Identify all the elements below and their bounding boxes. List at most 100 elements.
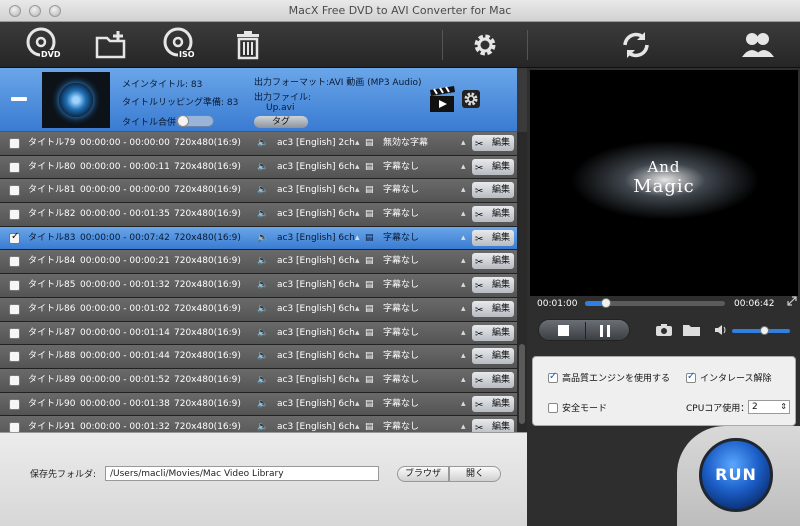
table-row[interactable]: タイトル85 00:00:00 - 00:01:32 720x480(16:9) 🔈 a… xyxy=(0,274,517,312)
row-edit-button[interactable]: ✂ 編集 xyxy=(472,348,514,365)
row-audio-track[interactable]: ac3 [English] 6ch xyxy=(277,298,355,320)
subtitle-stepper-icon[interactable]: ▴▾ xyxy=(461,156,467,194)
row-edit-button[interactable]: ✂ 編集 xyxy=(472,419,514,432)
subtitle-stepper-icon[interactable]: ▴▾ xyxy=(461,250,467,288)
table-row[interactable]: タイトル90 00:00:00 - 00:01:38 720x480(16:9) 🔈 a… xyxy=(0,392,517,431)
destination-folder-input[interactable] xyxy=(105,466,379,481)
row-subtitle[interactable]: 字幕なし xyxy=(383,274,419,296)
output-settings-button[interactable] xyxy=(462,90,480,108)
row-edit-button[interactable]: ✂ 編集 xyxy=(472,395,514,412)
table-row[interactable]: タイトル86 00:00:00 - 00:01:02 720x480(16:9) 🔈 a… xyxy=(0,297,517,336)
row-edit-button[interactable]: ✂ 編集 xyxy=(472,158,514,175)
audio-stepper-icon[interactable]: ▴▾ xyxy=(355,156,361,194)
cpu-core-select[interactable]: 2 xyxy=(748,400,790,414)
audio-stepper-icon[interactable]: ▴▾ xyxy=(355,393,361,431)
subtitle-stepper-icon[interactable]: ▴▾ xyxy=(461,132,467,170)
subtitle-stepper-icon[interactable]: ▴▾ xyxy=(461,274,467,312)
subtitle-stepper-icon[interactable]: ▴▾ xyxy=(461,345,467,383)
pause-button[interactable] xyxy=(595,320,619,342)
volume-knob[interactable] xyxy=(759,326,769,335)
camera-icon[interactable] xyxy=(655,323,673,337)
load-iso-button[interactable]: ISO xyxy=(161,26,199,64)
load-dvd-button[interactable]: DVD xyxy=(24,26,62,64)
row-audio-track[interactable]: ac3 [English] 6ch xyxy=(277,345,355,367)
row-audio-track[interactable]: ac3 [English] 6ch xyxy=(277,156,355,178)
row-checkbox[interactable] xyxy=(9,161,20,173)
row-checkbox[interactable] xyxy=(9,185,20,197)
zoom-window-button[interactable] xyxy=(49,5,61,17)
row-audio-track[interactable]: ac3 [English] 6ch xyxy=(277,227,355,249)
audio-stepper-icon[interactable]: ▴▾ xyxy=(355,250,361,288)
row-edit-button[interactable]: ✂ 編集 xyxy=(472,277,514,294)
row-subtitle[interactable]: 字幕なし xyxy=(383,369,419,391)
row-edit-button[interactable]: ✂ 編集 xyxy=(472,229,514,246)
audio-stepper-icon[interactable]: ▴▾ xyxy=(355,203,361,241)
row-edit-button[interactable]: ✂ 編集 xyxy=(472,324,514,341)
audio-stepper-icon[interactable]: ▴▾ xyxy=(355,298,361,336)
collapse-button[interactable] xyxy=(8,92,30,106)
output-profile-button[interactable] xyxy=(428,84,458,114)
tag-button[interactable]: タグ xyxy=(254,116,308,128)
row-subtitle[interactable]: 字幕なし xyxy=(383,416,419,432)
row-audio-track[interactable]: ac3 [English] 6ch xyxy=(277,416,355,432)
deinterlace-option[interactable]: インタレース解除 xyxy=(686,371,772,384)
row-audio-track[interactable]: ac3 [English] 6ch xyxy=(277,369,355,391)
table-row[interactable]: タイトル80 00:00:00 - 00:00:11 720x480(16:9) 🔈 a… xyxy=(0,155,517,194)
row-audio-track[interactable]: ac3 [English] 6ch xyxy=(277,393,355,415)
table-row[interactable]: タイトル88 00:00:00 - 00:01:44 720x480(16:9) 🔈 a… xyxy=(0,345,517,383)
row-checkbox[interactable] xyxy=(9,398,20,410)
subtitle-stepper-icon[interactable]: ▴▾ xyxy=(461,393,467,431)
browse-button[interactable]: ブラウザ xyxy=(397,466,449,482)
audio-stepper-icon[interactable]: ▴▾ xyxy=(355,132,361,170)
row-checkbox[interactable] xyxy=(9,303,20,315)
row-checkbox[interactable] xyxy=(9,351,20,363)
row-subtitle[interactable]: 字幕なし xyxy=(383,322,419,344)
row-subtitle[interactable]: 字幕なし xyxy=(383,345,419,367)
audio-stepper-icon[interactable]: ▴▾ xyxy=(355,179,361,217)
check-update-button[interactable] xyxy=(617,26,655,64)
minimize-window-button[interactable] xyxy=(29,5,41,17)
table-row[interactable]: タイトル84 00:00:00 - 00:00:21 720x480(16:9) 🔈 a… xyxy=(0,250,517,288)
progress-knob[interactable] xyxy=(600,298,611,308)
subtitle-stepper-icon[interactable]: ▴▾ xyxy=(461,416,467,432)
audio-stepper-icon[interactable]: ▴▾ xyxy=(355,369,361,407)
delete-button[interactable] xyxy=(229,26,267,64)
row-checkbox[interactable] xyxy=(9,256,20,268)
audio-stepper-icon[interactable]: ▴▾ xyxy=(355,345,361,383)
row-edit-button[interactable]: ✂ 編集 xyxy=(472,182,514,199)
audio-stepper-icon[interactable]: ▴▾ xyxy=(355,274,361,312)
row-checkbox[interactable] xyxy=(9,209,20,221)
subtitle-stepper-icon[interactable]: ▴▾ xyxy=(461,227,467,265)
row-audio-track[interactable]: ac3 [English] 6ch xyxy=(277,250,355,272)
hq-engine-option[interactable]: 高品質エンジンを使用する xyxy=(548,371,670,384)
playback-progress-bar[interactable] xyxy=(585,298,725,308)
subtitle-stepper-icon[interactable]: ▴▾ xyxy=(461,369,467,407)
folder-icon[interactable] xyxy=(682,323,702,337)
account-button[interactable] xyxy=(738,26,776,64)
stop-button[interactable] xyxy=(558,325,569,336)
subtitle-stepper-icon[interactable]: ▴▾ xyxy=(461,322,467,360)
selected-source-header[interactable]: メインタイトル: 83 タイトルリッピング準備: 83 タイトル合併 出力フォー… xyxy=(0,68,517,132)
subtitle-stepper-icon[interactable]: ▴▾ xyxy=(461,203,467,241)
row-subtitle[interactable]: 字幕なし xyxy=(383,179,419,201)
merge-toggle[interactable] xyxy=(176,115,214,127)
open-button[interactable]: 開く xyxy=(449,466,501,482)
audio-stepper-icon[interactable]: ▴▾ xyxy=(355,416,361,432)
row-audio-track[interactable]: ac3 [English] 6ch xyxy=(277,203,355,225)
table-row[interactable]: タイトル79 00:00:00 - 00:00:00 720x480(16:9) 🔈 a… xyxy=(0,132,517,170)
table-row[interactable]: タイトル81 00:00:00 - 00:00:00 720x480(16:9) 🔈 a… xyxy=(0,179,517,217)
table-row[interactable]: タイトル89 00:00:00 - 00:01:52 720x480(16:9) 🔈 a… xyxy=(0,368,517,407)
title-list-scrollbar[interactable] xyxy=(517,132,527,432)
scroll-thumb[interactable] xyxy=(519,344,525,424)
safe-mode-option[interactable]: 安全モード xyxy=(548,401,607,414)
table-row[interactable]: タイトル87 00:00:00 - 00:01:14 720x480(16:9) 🔈 a… xyxy=(0,321,517,360)
row-edit-button[interactable]: ✂ 編集 xyxy=(472,253,514,270)
run-button[interactable]: RUN xyxy=(699,438,773,512)
row-subtitle[interactable]: 無効な字幕 xyxy=(383,132,428,154)
row-subtitle[interactable]: 字幕なし xyxy=(383,393,419,415)
row-checkbox[interactable] xyxy=(9,422,20,432)
row-audio-track[interactable]: ac3 [English] 6ch xyxy=(277,179,355,201)
table-row[interactable]: タイトル83 00:00:00 - 00:07:42 720x480(16:9) 🔈 a… xyxy=(0,226,517,265)
row-audio-track[interactable]: ac3 [English] 2ch xyxy=(277,132,355,154)
row-subtitle[interactable]: 字幕なし xyxy=(383,203,419,225)
